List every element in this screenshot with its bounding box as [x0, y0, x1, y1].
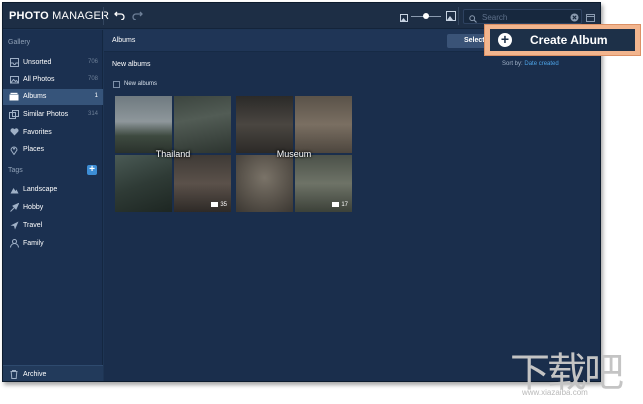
- search-icon: [469, 13, 477, 25]
- sidebar-item-label: Family: [23, 240, 44, 247]
- plus-icon: +: [89, 164, 95, 175]
- album-count-value: 17: [341, 202, 348, 208]
- album-thumbnail: [236, 155, 293, 212]
- tags-heading: Tags: [8, 167, 23, 174]
- photos-icon: [9, 75, 19, 85]
- redo-icon[interactable]: [132, 10, 143, 22]
- sort-value[interactable]: Date created: [524, 61, 558, 67]
- create-album-button[interactable]: + Create Album: [490, 29, 635, 51]
- album-photo-count: 35: [211, 201, 227, 208]
- sidebar-item-label: Places: [23, 146, 45, 153]
- album-thumbnail: [174, 96, 231, 153]
- album-thumbnail: [115, 155, 172, 212]
- sidebar-item-count: 314: [87, 111, 98, 117]
- sidebar-item-archive[interactable]: Archive: [3, 365, 103, 381]
- calendar-icon[interactable]: [586, 12, 595, 24]
- app-title: PHOTO MANAGER: [9, 10, 109, 22]
- sidebar-item-count: 706: [87, 59, 98, 65]
- photo-manager-window: PHOTO MANAGER Ga: [2, 2, 601, 382]
- sidebar-item-unsorted[interactable]: Unsorted 706: [3, 55, 103, 71]
- sidebar-item-label: Favorites: [23, 129, 52, 136]
- main-panel: Albums Select New albums Sort by: Date c…: [104, 30, 600, 381]
- photo-count-icon: [332, 201, 340, 207]
- sidebar-item-albums[interactable]: Albums 1: [3, 89, 103, 105]
- album-card[interactable]: Thailand 35: [115, 96, 231, 212]
- section-title: New albums: [112, 61, 151, 68]
- archive-label: Archive: [23, 371, 47, 378]
- sidebar-tag-hobby[interactable]: Hobby: [3, 200, 103, 216]
- album-title: Museum: [276, 149, 312, 159]
- sort-label: Sort by:: [502, 61, 523, 67]
- album-title: Thailand: [155, 149, 191, 159]
- sidebar-item-label: Albums: [23, 93, 47, 100]
- watermark: 下载吧 www.xiazaiba.com: [510, 340, 640, 402]
- plus-circle-icon: +: [498, 32, 512, 47]
- similar-icon: [9, 110, 19, 120]
- new-albums-label: New albums: [124, 81, 158, 87]
- trash-icon: [9, 370, 19, 380]
- album-thumbnail: [295, 96, 352, 153]
- page-title: Albums: [112, 37, 136, 44]
- create-album-label: Create Album: [530, 33, 608, 47]
- sidebar-item-count: 1: [94, 93, 98, 99]
- sidebar-item-label: All Photos: [23, 76, 55, 83]
- hobby-tag-icon: [9, 202, 20, 213]
- sidebar: Gallery Unsorted 706 All Photos 708 Albu…: [3, 30, 103, 381]
- sidebar-item-label: Unsorted: [23, 59, 52, 66]
- sidebar-tag-travel[interactable]: Travel: [3, 218, 103, 234]
- clear-search-icon[interactable]: [570, 12, 579, 24]
- sidebar-tag-landscape[interactable]: Landscape: [3, 182, 103, 198]
- album-card[interactable]: Museum 17: [236, 96, 352, 212]
- archive-row[interactable]: Archive: [3, 367, 103, 381]
- sidebar-tag-family[interactable]: Family: [3, 236, 103, 252]
- sidebar-item-label: Travel: [23, 222, 43, 229]
- sidebar-item-all-photos[interactable]: All Photos 708: [3, 72, 103, 88]
- sort-control[interactable]: Sort by: Date created: [502, 61, 559, 67]
- albums-icon: [9, 92, 19, 102]
- gallery-heading: Gallery: [8, 39, 31, 46]
- small-image-icon[interactable]: [400, 12, 408, 24]
- travel-tag-icon: [9, 221, 19, 231]
- unsorted-icon: [9, 58, 19, 68]
- app-title-bold: PHOTO: [9, 10, 49, 22]
- album-count-value: 35: [220, 202, 227, 208]
- sidebar-item-label: Hobby: [23, 204, 44, 211]
- add-tag-button[interactable]: +: [87, 165, 97, 175]
- toolbar-divider: [103, 7, 104, 25]
- sidebar-item-favorites[interactable]: Favorites: [3, 125, 103, 141]
- search-input[interactable]: [482, 11, 562, 23]
- sidebar-item-label: Similar Photos: [23, 111, 69, 118]
- heart-icon: [9, 128, 19, 138]
- large-image-icon[interactable]: [446, 11, 456, 23]
- photo-count-icon: [211, 201, 219, 207]
- toolbar-divider: [458, 7, 459, 25]
- album-photo-count: 17: [332, 201, 348, 208]
- album-thumbnail: [236, 96, 293, 153]
- sidebar-item-count: 708: [87, 76, 98, 82]
- search-box[interactable]: [463, 9, 582, 24]
- sidebar-item-label: Landscape: [23, 186, 58, 193]
- album-thumbnail: [115, 96, 172, 153]
- zoom-slider-handle[interactable]: [423, 13, 429, 19]
- sidebar-item-places[interactable]: Places: [3, 142, 103, 158]
- sidebar-item-similar-photos[interactable]: Similar Photos 314: [3, 107, 103, 123]
- family-tag-icon: [9, 239, 19, 249]
- app-title-rest: MANAGER: [48, 10, 110, 22]
- pin-icon: [9, 145, 19, 156]
- new-albums-checkbox[interactable]: [113, 81, 120, 88]
- undo-icon[interactable]: [114, 10, 125, 22]
- landscape-tag-icon: [9, 185, 19, 195]
- watermark-url: www.xiazaiba.com: [522, 388, 588, 397]
- create-album-callout: + Create Album: [484, 24, 641, 56]
